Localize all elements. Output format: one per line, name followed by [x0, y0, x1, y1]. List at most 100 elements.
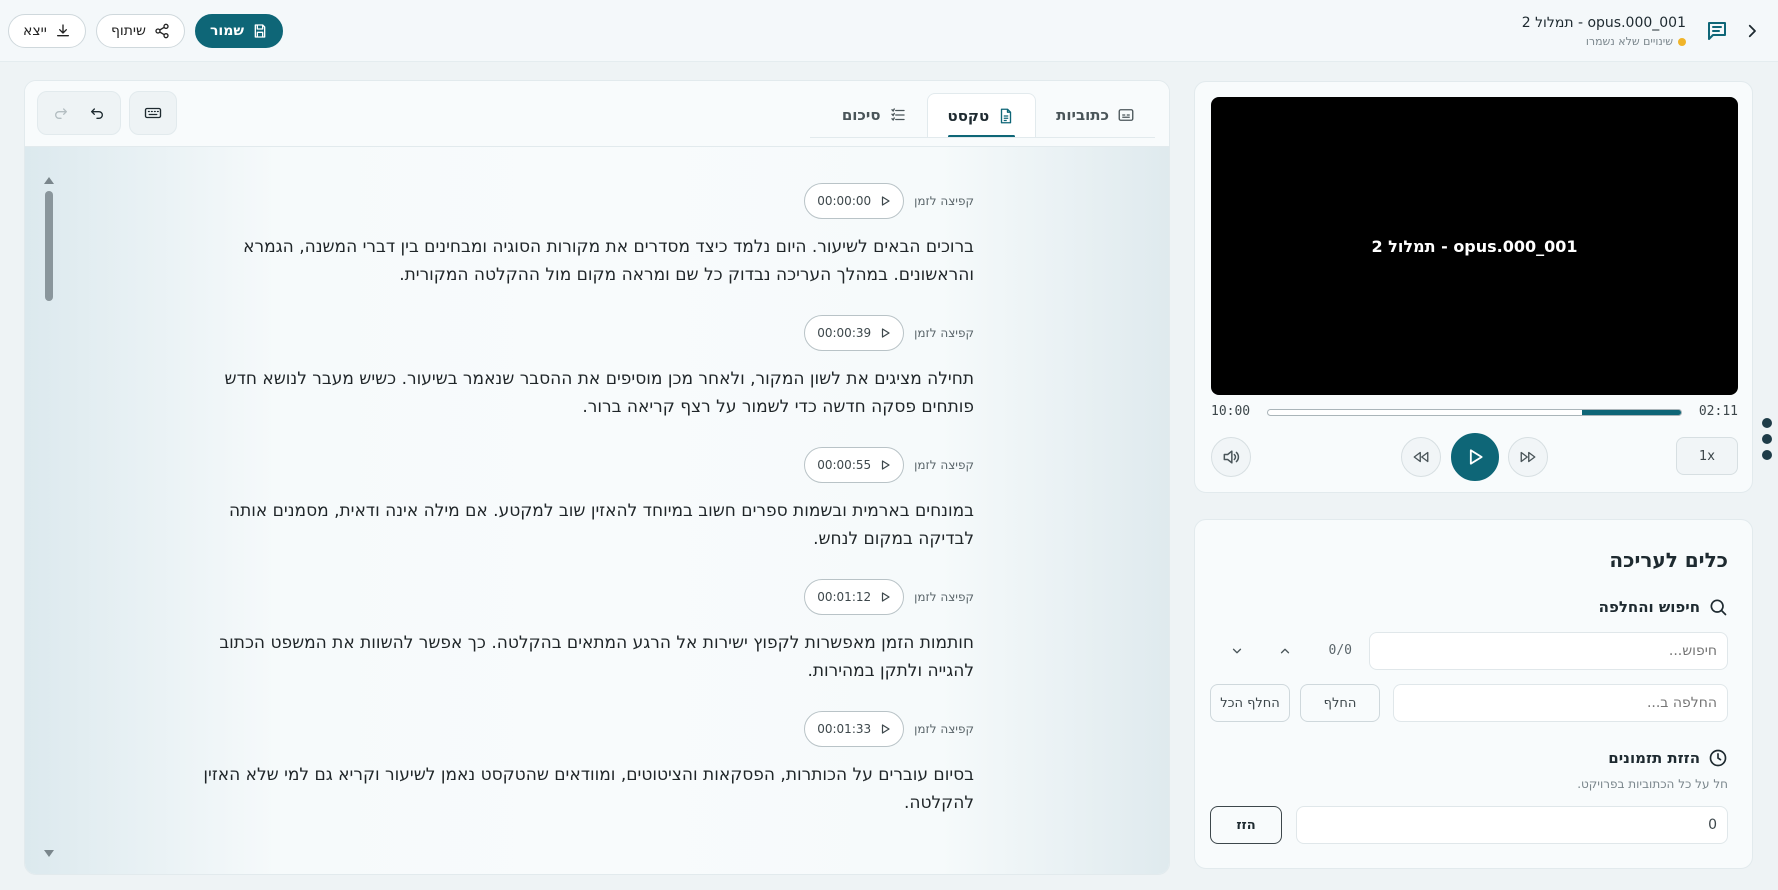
search-replace-label: חיפוש והחלפה: [1598, 598, 1700, 616]
paragraph-text[interactable]: במונחים בארמית ובשמות ספרים חשוב במיוחד …: [194, 497, 974, 553]
play-button[interactable]: [1451, 433, 1499, 481]
tab-summary-label: סיכום: [841, 106, 881, 124]
replace-button[interactable]: החלף: [1300, 684, 1380, 722]
play-icon: [1465, 447, 1485, 467]
editing-tools-panel: כלים לעריכה חיפוש והחלפה 0/0 החלף החלף ה…: [1194, 519, 1753, 869]
scrollbar[interactable]: [43, 177, 55, 857]
video-title: opus.000_001 - תמלול 2: [1371, 236, 1578, 256]
save-button[interactable]: שמור: [194, 14, 283, 48]
player-controls: 1x: [1211, 433, 1738, 481]
timestamp-row: קפיצה לזמן 00:01:33: [194, 711, 974, 747]
timestamp-value: 00:00:39: [817, 326, 872, 340]
comments-button[interactable]: [1702, 16, 1732, 46]
previous-match-button[interactable]: [1270, 636, 1300, 666]
next-match-button[interactable]: [1222, 636, 1252, 666]
tab-subtitles[interactable]: כתוביות: [1036, 93, 1155, 137]
progress-fill: [1581, 410, 1681, 415]
export-button[interactable]: ייצא: [8, 14, 86, 48]
list-icon: [889, 106, 907, 124]
duration: 02:11: [1698, 404, 1738, 419]
paragraph: קפיצה לזמן 00:00:55 במונחים בארמית ובשמו…: [194, 447, 974, 553]
search-input[interactable]: [1369, 632, 1728, 670]
playback-speed-button[interactable]: 1x: [1676, 437, 1738, 475]
shift-timings-title: הזזת תזמונים: [1608, 748, 1728, 768]
share-button[interactable]: שיתוף: [95, 14, 185, 48]
timestamp-row: קפיצה לזמן 00:01:12: [194, 579, 974, 615]
chevron-right-icon: [1743, 22, 1761, 40]
search-replace-title: חיפוש והחלפה: [1599, 597, 1728, 617]
tab-summary[interactable]: סיכום: [822, 93, 927, 137]
chevron-down-icon: [1230, 644, 1244, 658]
redo-button[interactable]: [46, 98, 76, 128]
scrollbar-thumb[interactable]: [45, 191, 53, 301]
play-small-icon: [879, 327, 891, 339]
video-player-card: opus.000_001 - תמלול 2 10:00 02:11 1x: [1194, 81, 1753, 493]
shift-timings-hint: חל על כל הכתוביות בפרויקט.: [1577, 777, 1728, 791]
play-small-icon: [879, 195, 891, 207]
undo-icon: [89, 105, 105, 121]
fast-forward-icon: [1519, 448, 1537, 466]
paragraph-text[interactable]: תחילה מציגים את לשון המקור, ולאחר מכן מו…: [194, 365, 974, 421]
keyboard-icon: [144, 104, 162, 122]
document-title: opus.000_001 - תמלול 2: [1521, 15, 1686, 31]
save-label: שמור: [209, 23, 244, 39]
shift-button[interactable]: הזז: [1210, 806, 1282, 844]
back-button[interactable]: [1738, 17, 1766, 45]
timestamp-row: קפיצה לזמן 00:00:55: [194, 447, 974, 483]
search-icon: [1708, 597, 1728, 617]
replace-input[interactable]: [1393, 684, 1728, 722]
handle-dot-icon: [1762, 418, 1772, 428]
share-label: שיתוף: [110, 23, 146, 39]
redo-icon: [53, 105, 69, 121]
timestamp-value: 00:01:33: [817, 722, 872, 736]
rewind-button[interactable]: [1401, 437, 1441, 477]
scroll-up-arrow-icon[interactable]: [44, 177, 54, 184]
panel-drag-handle[interactable]: [1760, 418, 1772, 468]
save-icon: [252, 23, 268, 39]
paragraph-text[interactable]: ברוכים הבאים לשיעור. היום נלמד כיצד מסדר…: [194, 233, 974, 289]
tools-title: כלים לעריכה: [1609, 548, 1728, 572]
subtitles-icon: [1117, 106, 1135, 124]
undo-button[interactable]: [82, 98, 112, 128]
transcript-editor: כתוביות טקסט סיכום קפיצה לזמן 00:00:00 ב…: [24, 80, 1170, 875]
timestamp-button[interactable]: 00:01:12: [804, 579, 905, 615]
video-screen[interactable]: opus.000_001 - תמלול 2: [1211, 97, 1738, 395]
timestamp-value: 00:00:00: [817, 194, 872, 208]
paragraph-text[interactable]: בסיום עוברים על הכותרות, הפסקאות והציטוט…: [194, 761, 974, 817]
share-icon: [154, 23, 170, 39]
handle-dot-icon: [1762, 434, 1772, 444]
timestamp-button[interactable]: 00:00:39: [804, 315, 905, 351]
tab-text[interactable]: טקסט: [926, 93, 1037, 138]
editor-tabs: כתוביות טקסט סיכום: [822, 93, 1155, 147]
tab-subtitles-label: כתוביות: [1056, 106, 1109, 124]
tabs-underline: [810, 137, 1155, 138]
timestamp-row: קפיצה לזמן 00:00:00: [194, 183, 974, 219]
tab-text-label: טקסט: [947, 106, 990, 125]
timestamp-button[interactable]: 00:00:00: [804, 183, 905, 219]
paragraph: קפיצה לזמן 00:00:39 תחילה מציגים את לשון…: [194, 315, 974, 421]
save-status-text: שינויים שלא נשמרו: [1585, 35, 1673, 48]
clock-icon: [1708, 748, 1728, 768]
editor-toolbar: [37, 91, 177, 135]
scroll-down-arrow-icon[interactable]: [44, 850, 54, 857]
transcript-content: קפיצה לזמן 00:00:00 ברוכים הבאים לשיעור.…: [194, 183, 974, 843]
fast-forward-button[interactable]: [1508, 437, 1548, 477]
play-small-icon: [879, 723, 891, 735]
paragraph-text[interactable]: חותמות הזמן מאפשרות לקפוץ ישירות אל הרגע…: [194, 629, 974, 685]
volume-button[interactable]: [1211, 437, 1251, 477]
match-count: 0/0: [1328, 643, 1352, 658]
progress-slider[interactable]: [1267, 409, 1682, 416]
replace-all-button[interactable]: החלף הכל: [1210, 684, 1290, 722]
shift-offset-input[interactable]: [1296, 806, 1728, 844]
play-small-icon: [879, 591, 891, 603]
jump-to-time-label: קפיצה לזמן: [914, 722, 974, 736]
timestamp-button[interactable]: 00:00:55: [804, 447, 905, 483]
rewind-icon: [1412, 448, 1430, 466]
unsaved-dot-icon: [1678, 37, 1686, 46]
timestamp-row: קפיצה לזמן 00:00:39: [194, 315, 974, 351]
timestamp-value: 00:00:55: [817, 458, 872, 472]
timestamp-button[interactable]: 00:01:33: [804, 711, 905, 747]
keyboard-controls: [129, 91, 177, 135]
keyboard-shortcuts-button[interactable]: [138, 98, 168, 128]
timestamp-value: 00:01:12: [817, 590, 872, 604]
